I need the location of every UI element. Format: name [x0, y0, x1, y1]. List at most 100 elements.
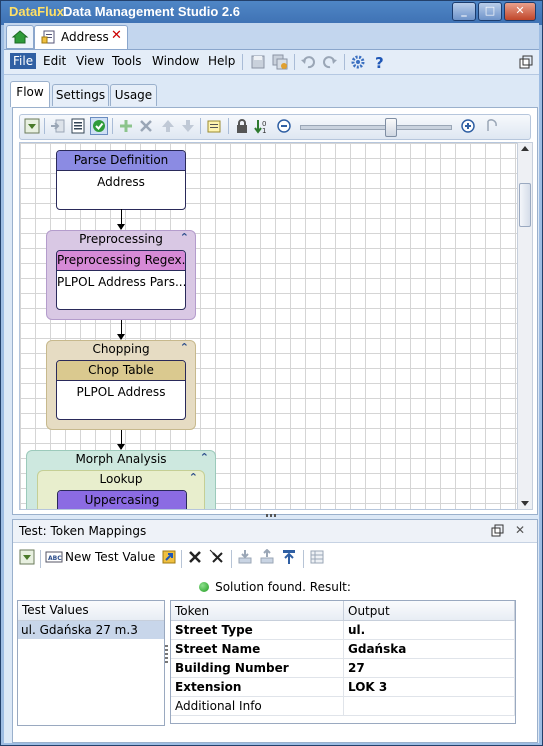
flow-arrow	[117, 320, 125, 340]
svg-text:1: 1	[262, 127, 266, 134]
close-panel-icon[interactable]: ✕	[515, 523, 525, 537]
export-values-icon[interactable]	[259, 549, 275, 565]
lock-icon[interactable]	[234, 118, 250, 134]
minimize-button[interactable]: _	[452, 2, 476, 21]
save-icon[interactable]	[250, 54, 266, 70]
tab-flow[interactable]: Flow	[10, 81, 50, 107]
restore-panel-icon[interactable]	[518, 54, 534, 70]
scroll-down-icon[interactable]	[521, 501, 529, 506]
status-ok-icon	[199, 582, 210, 592]
preprocessing-group[interactable]: Preprocessing ⌃ Preprocessing Regex... P…	[46, 230, 196, 320]
separator	[228, 118, 229, 134]
menu-view[interactable]: View	[76, 54, 104, 68]
help-icon[interactable]: ?	[372, 54, 388, 70]
menu-bar: File Edit View Tools Window Help ?	[4, 50, 539, 75]
tab-address[interactable]: Address ✕	[34, 25, 128, 49]
home-tab[interactable]	[6, 25, 34, 49]
separator	[294, 54, 295, 70]
run-test-icon[interactable]	[161, 549, 177, 565]
morph-analysis-group[interactable]: Morph Analysis ⌃ Lookup ⌃ Uppercasing	[26, 450, 216, 509]
token-column-header[interactable]: Token	[171, 601, 344, 621]
output-cell: Gdańska	[343, 639, 515, 659]
add-note-icon[interactable]	[206, 118, 222, 134]
flow-vertical-scrollbar[interactable]	[517, 142, 533, 510]
separator	[242, 54, 243, 70]
token-cell: Street Type	[171, 620, 344, 640]
token-toolbar: ABC New Test Value	[13, 544, 537, 572]
chopping-group[interactable]: Chopping ⌃ Chop Table PLPOL Address	[46, 340, 196, 430]
separator	[200, 118, 201, 134]
menu-tools[interactable]: Tools	[112, 54, 142, 68]
output-cell: 27	[343, 658, 515, 678]
menu-help[interactable]: Help	[208, 54, 235, 68]
tab-settings[interactable]: Settings	[52, 84, 109, 106]
save-all-icon[interactable]	[272, 54, 288, 70]
redo-icon[interactable]	[322, 54, 338, 70]
separator	[181, 550, 182, 568]
menu-window[interactable]: Window	[152, 54, 199, 68]
test-values-list: Test Values ul. Gdańska 27 m.3	[17, 600, 165, 726]
delete-all-icon[interactable]	[209, 549, 225, 565]
maximize-button[interactable]: □	[478, 2, 502, 21]
flow-arrow	[117, 430, 125, 450]
zoom-slider[interactable]	[300, 118, 452, 137]
validate-check-icon[interactable]	[90, 117, 108, 135]
uppercasing-node[interactable]: Uppercasing	[57, 490, 187, 509]
close-window-button[interactable]: ✕	[504, 2, 536, 21]
table-row[interactable]: Street Type ul.	[171, 620, 515, 640]
node-body: PLPOL Address	[76, 385, 166, 399]
table-row[interactable]: Extension LOK 3	[171, 677, 515, 697]
settings-gear-icon[interactable]	[350, 54, 366, 70]
test-value-item[interactable]: ul. Gdańska 27 m.3	[18, 621, 164, 639]
scroll-thumb[interactable]	[519, 183, 531, 227]
flow-arrow	[117, 209, 125, 230]
zoom-slider-thumb[interactable]	[385, 118, 397, 137]
move-down-icon[interactable]	[180, 118, 196, 134]
menu-edit[interactable]: Edit	[43, 54, 66, 68]
collapse-toggle-icon[interactable]	[19, 549, 35, 565]
zoom-out-icon[interactable]	[276, 118, 292, 134]
separator	[231, 550, 232, 568]
delete-test-value-icon[interactable]	[187, 549, 203, 565]
lookup-group[interactable]: Lookup ⌃ Uppercasing	[37, 470, 205, 509]
table-row[interactable]: Building Number 27	[171, 658, 515, 678]
collapse-chevron-icon[interactable]: ⌃	[180, 231, 189, 244]
grid-options-icon[interactable]	[309, 549, 325, 565]
float-panel-icon[interactable]	[491, 524, 505, 538]
preprocessing-regex-node[interactable]: Preprocessing Regex... PLPOL Address Par…	[56, 250, 186, 310]
import-icon[interactable]	[50, 118, 66, 134]
table-row[interactable]: Additional Info	[171, 696, 515, 716]
upload-icon[interactable]	[281, 549, 297, 565]
separator	[303, 550, 304, 568]
status-text: Solution found. Result:	[215, 580, 351, 594]
output-cell: LOK 3	[343, 677, 515, 697]
collapse-chevron-icon[interactable]: ⌃	[189, 471, 198, 484]
node-body: Address	[97, 175, 145, 189]
scroll-up-icon[interactable]	[521, 146, 529, 151]
vertical-splitter-grip[interactable]	[165, 645, 168, 663]
delete-icon[interactable]	[138, 118, 154, 134]
parse-definition-node[interactable]: Parse Definition Address	[56, 150, 186, 210]
table-row[interactable]: Street Name Gdańska	[171, 639, 515, 659]
token-table: Token Output Street Type ul. Street Name…	[171, 601, 515, 716]
menu-file[interactable]: File	[10, 53, 37, 69]
move-up-icon[interactable]	[160, 118, 176, 134]
reset-zoom-icon[interactable]	[484, 118, 500, 134]
properties-icon[interactable]	[70, 118, 86, 134]
sort-icon[interactable]: 01	[254, 118, 270, 134]
close-tab-icon[interactable]: ✕	[111, 28, 122, 43]
tab-usage[interactable]: Usage	[110, 84, 157, 106]
view-tabs: Flow Settings Usage	[10, 81, 530, 107]
zoom-in-icon[interactable]	[460, 118, 476, 134]
chop-table-node[interactable]: Chop Table PLPOL Address	[56, 360, 186, 420]
collapse-toggle-icon[interactable]	[24, 118, 40, 134]
flow-toolbar: 01	[19, 114, 531, 140]
collapse-chevron-icon[interactable]: ⌃	[200, 451, 209, 464]
add-icon[interactable]	[118, 118, 134, 134]
output-column-header[interactable]: Output	[343, 601, 515, 621]
import-values-icon[interactable]	[237, 549, 253, 565]
flow-canvas[interactable]: Parse Definition Address Preprocessing ⌃…	[19, 142, 519, 510]
undo-icon[interactable]	[300, 54, 316, 70]
panel-title: Test: Token Mappings	[19, 524, 147, 538]
collapse-chevron-icon[interactable]: ⌃	[180, 341, 189, 354]
